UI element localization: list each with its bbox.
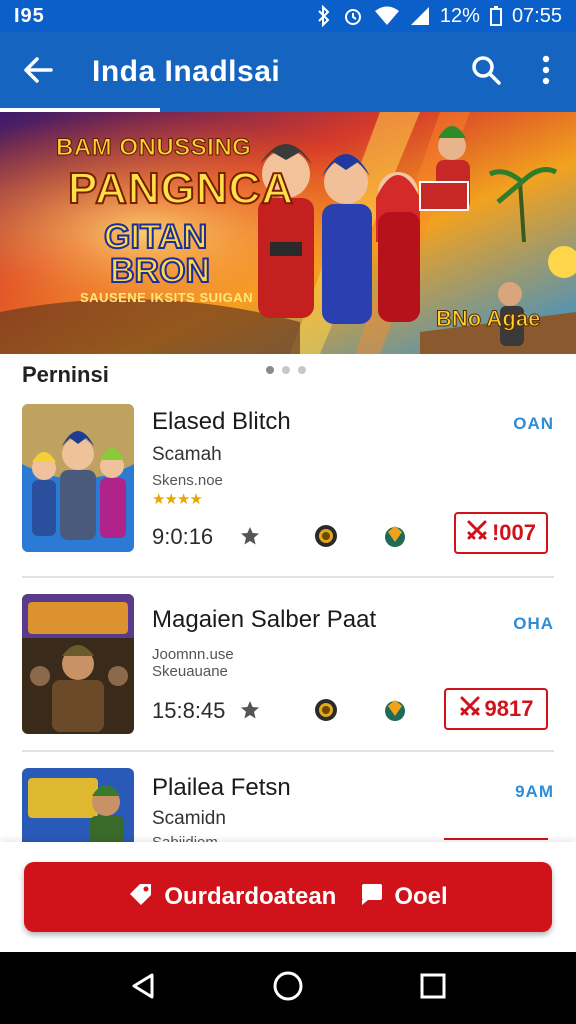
- list-item[interactable]: Elased Blitch Scamah Skens.noe ★★★★ 9:0:…: [0, 404, 576, 576]
- star-icon[interactable]: [240, 700, 260, 725]
- system-nav-bar: [0, 952, 576, 1024]
- gem-icon: [382, 524, 408, 553]
- cta-primary-label: Ourdardoatean: [164, 883, 337, 910]
- status-badge: OHA: [513, 614, 554, 633]
- item-meta: Sabiidiem: [152, 834, 218, 842]
- search-button[interactable]: [456, 32, 516, 112]
- banner-line4: BRON: [109, 251, 211, 291]
- signal-icon: [410, 6, 430, 26]
- section-title: Perninsi: [22, 362, 109, 387]
- gem-icon: [382, 698, 408, 727]
- more-options-button[interactable]: [516, 32, 576, 112]
- back-button[interactable]: [0, 32, 76, 112]
- coin-icon: [314, 524, 338, 553]
- price-button[interactable]: !007: [454, 512, 548, 554]
- game-thumbnail[interactable]: [22, 404, 134, 552]
- price-label: 9817: [484, 696, 534, 721]
- list-item[interactable]: Magaien Salber Paat Joomnn.use Skeuauane…: [0, 594, 576, 750]
- coin-icon: [314, 698, 338, 727]
- square-recents-icon: [419, 972, 447, 1005]
- card-icon: [360, 882, 384, 913]
- triangle-back-icon: [128, 971, 158, 1006]
- status-bar: I95 12% 07:55: [0, 0, 576, 32]
- star-icon[interactable]: [240, 526, 260, 551]
- bottom-action-bar: Ourdardoatean Ooel: [0, 842, 576, 952]
- rating-stars: ★★★★: [152, 491, 203, 508]
- banner-corner-text: BNo Agae: [435, 306, 541, 332]
- battery-icon: [489, 6, 502, 26]
- swords-icon: [466, 519, 488, 547]
- cta-secondary-label: Ooel: [394, 883, 448, 910]
- item-subtitle: Scamah: [152, 444, 222, 465]
- circle-home-icon: [272, 970, 304, 1007]
- item-title[interactable]: Elased Blitch: [152, 408, 291, 436]
- carousel-dots: [266, 366, 306, 374]
- more-vert-icon: [541, 55, 551, 90]
- carousel-dot[interactable]: [282, 366, 290, 374]
- battery-level: 12%: [439, 4, 480, 27]
- nav-home-button[interactable]: [258, 958, 318, 1018]
- list-item[interactable]: Plailea Fetsn Scamidn Sabiidiem 9AM: [0, 768, 576, 842]
- alarm-icon: [342, 5, 364, 27]
- item-time: 9:0:16: [152, 524, 214, 549]
- item-meta: Joomnn.use Skeuauane: [152, 646, 234, 680]
- search-icon: [471, 55, 501, 90]
- divider: [22, 750, 554, 752]
- carousel-dot[interactable]: [298, 366, 306, 374]
- item-subtitle: Scamidn: [152, 808, 226, 829]
- nav-recents-button[interactable]: [403, 958, 463, 1018]
- status-badge: 9AM: [515, 782, 554, 801]
- carousel-dot[interactable]: [266, 366, 274, 374]
- banner-tagline: SAUSENE IKSITS SUIGAN: [80, 290, 254, 305]
- status-left-text: I95: [14, 4, 45, 27]
- status-badge: OAN: [513, 414, 554, 433]
- arrow-left-icon: [23, 56, 53, 88]
- promo-banner[interactable]: BAM ONUSSING PANGNCA GITAN BRON SAUSENE …: [0, 112, 576, 354]
- game-thumbnail[interactable]: [22, 594, 134, 734]
- bluetooth-icon: [316, 5, 332, 27]
- tag-icon: [128, 881, 154, 914]
- divider: [22, 576, 554, 578]
- status-icons: 12% 07:55: [316, 5, 562, 28]
- price-button[interactable]: 9817: [444, 688, 548, 730]
- item-meta: Skens.noe: [152, 472, 223, 489]
- item-title[interactable]: Plailea Fetsn: [152, 774, 291, 802]
- price-label: !007: [491, 520, 537, 545]
- banner-line2: PANGNCA: [67, 163, 295, 214]
- item-title[interactable]: Magaien Salber Paat: [152, 606, 376, 634]
- banner-line1: BAM ONUSSING: [55, 134, 252, 162]
- nav-back-button[interactable]: [113, 958, 173, 1018]
- item-time: 15:8:45: [152, 698, 226, 723]
- wifi-icon: [374, 6, 400, 26]
- game-thumbnail[interactable]: [22, 768, 134, 842]
- primary-cta-button[interactable]: Ourdardoatean Ooel: [24, 862, 552, 932]
- page-title: Inda Inadlsai: [92, 55, 281, 88]
- status-time: 07:55: [511, 4, 562, 27]
- app-bar: Inda Inadlsai: [0, 32, 576, 112]
- app-screen: I95 12% 07:55 Inda Inadlsai BAM ONUSSING…: [0, 0, 576, 1024]
- swords-icon: [459, 695, 481, 723]
